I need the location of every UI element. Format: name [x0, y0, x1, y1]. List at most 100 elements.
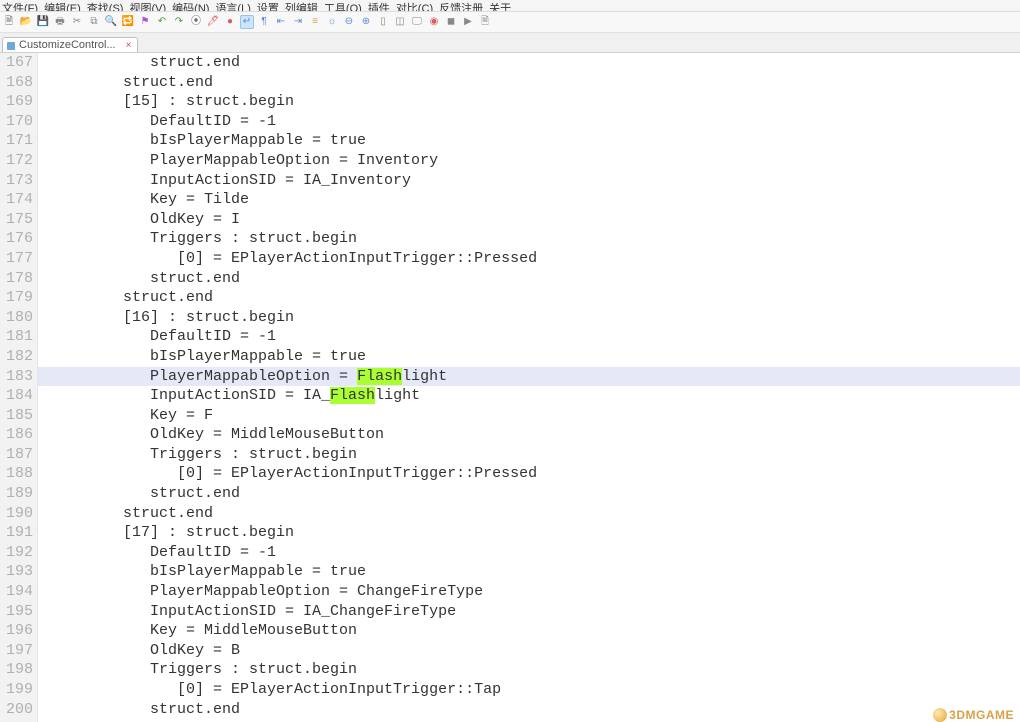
line-number: 175: [4, 210, 33, 230]
code-line[interactable]: [0] = EPlayerActionInputTrigger::Tap: [38, 680, 1020, 700]
code-line[interactable]: bIsPlayerMappable = true: [38, 562, 1020, 582]
whitespace-icon[interactable]: ¶: [257, 15, 271, 29]
code-line[interactable]: PlayerMappableOption = ChangeFireType: [38, 582, 1020, 602]
line-number: 177: [4, 249, 33, 269]
undo-icon[interactable]: ↶: [155, 15, 169, 29]
line-number: 199: [4, 680, 33, 700]
line-number: 198: [4, 660, 33, 680]
code-line[interactable]: bIsPlayerMappable = true: [38, 347, 1020, 367]
menu-item[interactable]: 插件: [368, 0, 390, 12]
menu-item[interactable]: 视图(V): [129, 0, 166, 12]
line-number: 168: [4, 73, 33, 93]
line-number: 179: [4, 288, 33, 308]
menu-item[interactable]: 编码(N): [172, 0, 209, 12]
doc-icon[interactable]: 🗎: [478, 15, 492, 29]
indent-right-icon[interactable]: ⇥: [291, 15, 305, 29]
expand-icon[interactable]: ⊕: [359, 15, 373, 29]
search-highlight: Flash: [330, 387, 375, 404]
code-line[interactable]: [17] : struct.begin: [38, 523, 1020, 543]
code-line[interactable]: DefaultID = -1: [38, 327, 1020, 347]
play-icon[interactable]: ▶: [461, 15, 475, 29]
code-line[interactable]: InputActionSID = IA_Inventory: [38, 171, 1020, 191]
code-line[interactable]: struct.end: [38, 700, 1020, 720]
sun-icon[interactable]: ☼: [325, 15, 339, 29]
menu-item[interactable]: 工具(O): [324, 0, 362, 12]
close-icon[interactable]: ×: [126, 40, 132, 51]
stop-icon[interactable]: ◼: [444, 15, 458, 29]
code-line[interactable]: struct.end: [38, 269, 1020, 289]
code-line[interactable]: InputActionSID = IA_ChangeFireType: [38, 602, 1020, 622]
panel-1-icon[interactable]: ▯: [376, 15, 390, 29]
copy-icon[interactable]: ⧉: [87, 15, 101, 29]
code-line[interactable]: Key = F: [38, 406, 1020, 426]
code-line[interactable]: struct.end: [38, 504, 1020, 524]
editor[interactable]: 1671681691701711721731741751761771781791…: [0, 53, 1020, 722]
code-line[interactable]: DefaultID = -1: [38, 112, 1020, 132]
new-file-icon[interactable]: 🗎: [2, 15, 16, 29]
line-number: 173: [4, 171, 33, 191]
tab-bar: CustomizeControl... ×: [0, 33, 1020, 53]
list-icon[interactable]: ≡: [308, 15, 322, 29]
record2-icon[interactable]: ◉: [427, 15, 441, 29]
line-number: 178: [4, 269, 33, 289]
line-number: 170: [4, 112, 33, 132]
line-number: 184: [4, 386, 33, 406]
menu-item[interactable]: 查找(S): [87, 0, 124, 12]
line-number-gutter: 1671681691701711721731741751761771781791…: [0, 53, 38, 722]
line-number: 169: [4, 92, 33, 112]
code-line[interactable]: PlayerMappableOption = Flashlight: [38, 367, 1020, 387]
menu-item[interactable]: 对比(C): [396, 0, 433, 12]
menu-item[interactable]: 列编辑: [285, 0, 318, 12]
code-line[interactable]: struct.end: [38, 73, 1020, 93]
code-line[interactable]: Triggers : struct.begin: [38, 660, 1020, 680]
code-line[interactable]: struct.end: [38, 53, 1020, 73]
record-icon[interactable]: ●: [223, 15, 237, 29]
code-line[interactable]: PlayerMappableOption = Inventory: [38, 151, 1020, 171]
redo-icon[interactable]: ↷: [172, 15, 186, 29]
menu-item[interactable]: 文件(F): [2, 0, 38, 12]
line-number: 172: [4, 151, 33, 171]
code-line[interactable]: Key = MiddleMouseButton: [38, 621, 1020, 641]
code-line[interactable]: OldKey = MiddleMouseButton: [38, 425, 1020, 445]
code-line[interactable]: InputActionSID = IA_Flashlight: [38, 386, 1020, 406]
monitor-icon[interactable]: 🖵: [410, 15, 424, 29]
code-line[interactable]: struct.end: [38, 288, 1020, 308]
cut-icon[interactable]: ✂: [70, 15, 84, 29]
code-line[interactable]: DefaultID = -1: [38, 543, 1020, 563]
open-file-icon[interactable]: 📂: [19, 15, 33, 29]
indent-left-icon[interactable]: ⇤: [274, 15, 288, 29]
line-number: 183: [4, 367, 33, 387]
wrap-icon[interactable]: ↵: [240, 15, 254, 29]
code-line[interactable]: Key = Tilde: [38, 190, 1020, 210]
find-icon[interactable]: 🔍: [104, 15, 118, 29]
code-line[interactable]: [15] : struct.begin: [38, 92, 1020, 112]
code-line[interactable]: [0] = EPlayerActionInputTrigger::Pressed: [38, 464, 1020, 484]
save-icon[interactable]: 💾: [36, 15, 50, 29]
search-highlight: Flash: [357, 368, 402, 385]
code-line[interactable]: struct.end: [38, 484, 1020, 504]
menu-item[interactable]: 设置: [257, 0, 279, 12]
code-line[interactable]: OldKey = I: [38, 210, 1020, 230]
code-line[interactable]: [0] = EPlayerActionInputTrigger::Pressed: [38, 249, 1020, 269]
file-tab[interactable]: CustomizeControl... ×: [2, 37, 138, 52]
code-line[interactable]: Triggers : struct.begin: [38, 445, 1020, 465]
print-icon[interactable]: 🖶: [53, 15, 67, 29]
line-number: 171: [4, 131, 33, 151]
replace-icon[interactable]: 🔁: [121, 15, 135, 29]
collapse-icon[interactable]: ⊖: [342, 15, 356, 29]
menu-bar: 文件(F) 编辑(E) 查找(S) 视图(V) 编码(N) 语言(L) 设置列编辑工具(O)…: [0, 0, 1020, 12]
menu-item[interactable]: 反馈注册: [439, 0, 483, 12]
code-line[interactable]: Triggers : struct.begin: [38, 229, 1020, 249]
menu-item[interactable]: 语言(L): [215, 0, 250, 12]
code-area[interactable]: struct.end struct.end [15] : struct.begi…: [38, 53, 1020, 722]
code-line[interactable]: [16] : struct.begin: [38, 308, 1020, 328]
menu-item[interactable]: 关于: [489, 0, 511, 12]
menu-item[interactable]: 编辑(E): [44, 0, 81, 12]
code-line[interactable]: OldKey = B: [38, 641, 1020, 661]
highlight-icon[interactable]: 🖊: [206, 15, 220, 29]
bookmark-icon[interactable]: ⚑: [138, 15, 152, 29]
watermark-text: 3DMGAME: [949, 708, 1014, 722]
panel-2-icon[interactable]: ◫: [393, 15, 407, 29]
code-line[interactable]: bIsPlayerMappable = true: [38, 131, 1020, 151]
zoom-in-icon[interactable]: ⦿: [189, 15, 203, 29]
